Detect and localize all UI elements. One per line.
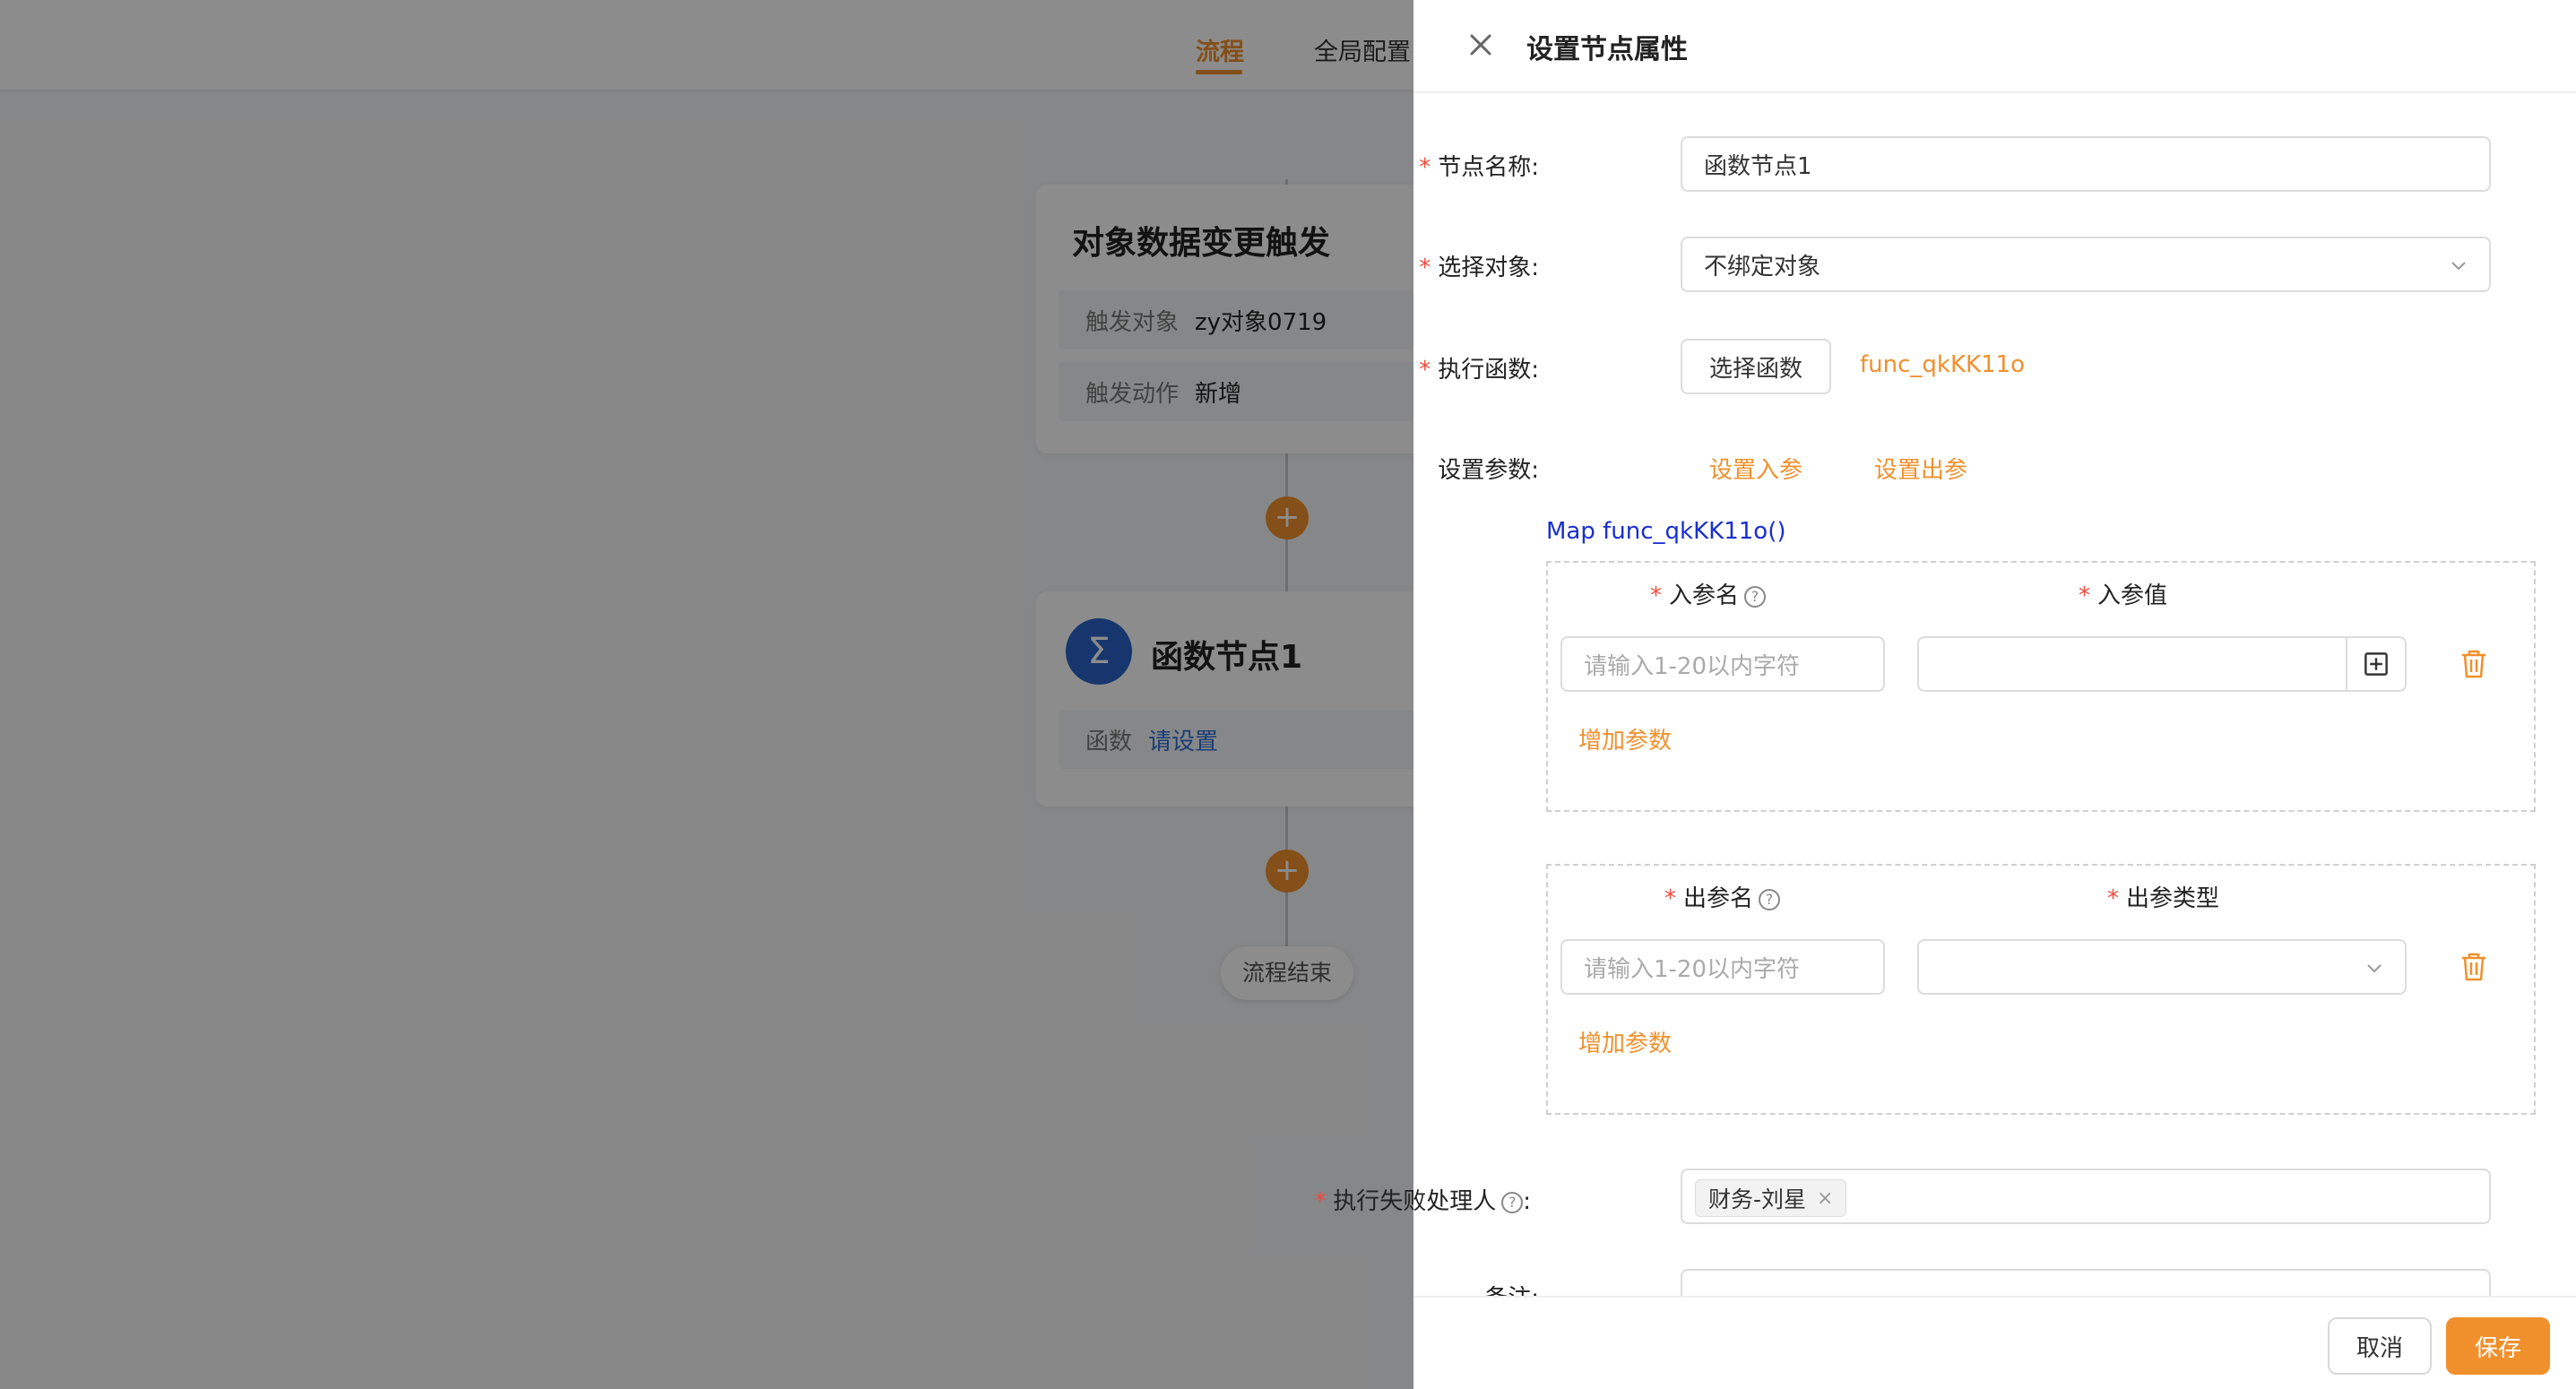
function-signature: Map func_qkKK11o(): [1546, 518, 1786, 545]
input-name-header: * 入参名?: [1650, 577, 1767, 610]
node-name-value: 函数节点1: [1704, 152, 1812, 180]
drawer-footer: 取消 保存: [1413, 1296, 2576, 1389]
modal-overlay[interactable]: [0, 0, 1413, 1389]
save-button[interactable]: 保存: [2446, 1317, 2550, 1375]
trash-icon[interactable]: [2460, 952, 2487, 982]
function-name-link[interactable]: func_qkKK11o: [1860, 351, 2025, 378]
close-icon[interactable]: ×: [1817, 1187, 1833, 1210]
drawer-title: 设置节点属性: [1526, 34, 1688, 65]
failure-handler-label: * 执行失败处理人?:: [1314, 1188, 1531, 1215]
cancel-button[interactable]: 取消: [2328, 1317, 2432, 1375]
input-param-name-field[interactable]: 请输入1-20以内字符: [1560, 636, 1885, 692]
add-input-param-link[interactable]: 增加参数: [1578, 722, 1672, 755]
close-icon[interactable]: [1463, 27, 1499, 63]
plus-square-icon[interactable]: [2346, 638, 2405, 690]
output-params-box: * 出参名? * 出参类型 请输入1-20以内字符 增加参数: [1546, 864, 2536, 1115]
help-icon[interactable]: ?: [1501, 1191, 1524, 1213]
set-params-label: 设置参数:: [1438, 457, 1539, 484]
node-name-label: * 节点名称:: [1419, 154, 1539, 181]
select-object-dropdown[interactable]: 不绑定对象: [1681, 237, 2491, 292]
select-object-value: 不绑定对象: [1704, 253, 1821, 280]
node-name-input[interactable]: 函数节点1: [1681, 136, 2491, 192]
select-function-button[interactable]: 选择函数: [1681, 339, 1831, 394]
flow-canvas: 流程 全局配置 对象数据变更触发 触发对象 zy对象0719 触发动作 新增 +…: [0, 0, 1413, 1389]
output-param-name-field[interactable]: 请输入1-20以内字符: [1560, 939, 1885, 995]
node-properties-drawer: 设置节点属性 * 节点名称: 函数节点1 * 选择对象: 不绑定对象 * 执行函数: …: [1314, 0, 2576, 1389]
drawer-header: 设置节点属性: [1413, 0, 2576, 93]
handler-tag: 财务-刘星 ×: [1695, 1179, 1847, 1217]
set-output-params-link[interactable]: 设置出参: [1874, 452, 1967, 485]
help-icon[interactable]: ?: [1744, 585, 1767, 608]
input-params-box: * 入参名? * 入参值 请输入1-20以内字符 增加参数: [1546, 561, 2536, 812]
help-icon[interactable]: ?: [1759, 888, 1781, 910]
output-name-header: * 出参名?: [1664, 880, 1781, 913]
chevron-down-icon: [2367, 964, 2382, 973]
output-type-header: * 出参类型: [2107, 885, 2220, 912]
add-output-param-link[interactable]: 增加参数: [1578, 1025, 1672, 1058]
handler-tag-label: 财务-刘星: [1708, 1186, 1807, 1212]
failure-handler-select[interactable]: 财务-刘星 ×: [1681, 1169, 2491, 1224]
exec-function-label: * 执行函数:: [1419, 357, 1539, 384]
select-object-label: * 选择对象:: [1419, 255, 1539, 281]
chevron-down-icon: [2451, 262, 2466, 271]
set-input-params-link[interactable]: 设置入参: [1709, 452, 1802, 485]
trash-icon[interactable]: [2460, 649, 2487, 679]
input-param-value-field[interactable]: [1917, 636, 2407, 692]
output-param-type-select[interactable]: [1917, 939, 2407, 995]
input-value-header: * 入参值: [2079, 582, 2168, 609]
